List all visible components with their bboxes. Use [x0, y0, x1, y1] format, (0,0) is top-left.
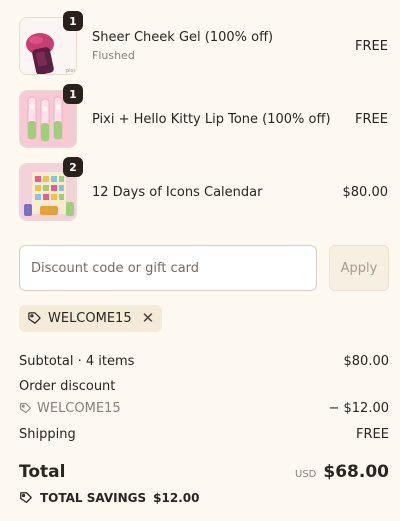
- quantity-badge: 1: [63, 84, 83, 104]
- close-icon[interactable]: ✕: [142, 311, 155, 326]
- product-thumbnail: pixi 1: [19, 11, 83, 75]
- total-label: Total: [19, 462, 66, 482]
- item-price: FREE: [355, 111, 388, 127]
- item-info: Pixi + Hello Kitty Lip Tone (100% off): [77, 112, 355, 127]
- order-summary: pixi 1 Sheer Cheek Gel (100% off) Flushe…: [0, 0, 400, 521]
- subtotal-row: Subtotal · 4 items $80.00: [19, 354, 389, 369]
- savings-label: TOTAL SAVINGS: [40, 491, 147, 505]
- shipping-value: FREE: [356, 427, 389, 442]
- order-discount-row: Order discount: [19, 379, 389, 394]
- applied-discount-code: WELCOME15: [48, 311, 132, 326]
- quantity-badge: 2: [63, 157, 83, 177]
- shipping-label: Shipping: [19, 427, 76, 442]
- line-item: 1 Pixi + Hello Kitty Lip Tone (100% off)…: [19, 84, 388, 148]
- discount-code-line: WELCOME15: [19, 401, 121, 416]
- applied-discount-chip: WELCOME15 ✕: [19, 305, 163, 332]
- apply-discount-button[interactable]: Apply: [329, 245, 389, 291]
- subtotal-label: Subtotal · 4 items: [19, 354, 135, 369]
- item-price: $80.00: [342, 184, 389, 200]
- discount-code-input[interactable]: [19, 245, 317, 291]
- product-thumbnail: 2: [19, 157, 83, 221]
- currency-code: USD: [295, 469, 317, 480]
- subtotal-value: $80.00: [343, 354, 390, 369]
- tag-icon: [19, 402, 32, 415]
- discount-value: − $12.00: [328, 401, 389, 416]
- total-amount: $68.00: [323, 462, 389, 482]
- line-item: pixi 1 Sheer Cheek Gel (100% off) Flushe…: [19, 11, 388, 75]
- line-item: 2 12 Days of Icons Calendar $80.00: [19, 157, 389, 221]
- quantity-badge: 1: [63, 11, 83, 31]
- discount-code-text: WELCOME15: [37, 401, 121, 416]
- savings-value: $12.00: [153, 491, 200, 505]
- total-row: Total USD $68.00: [19, 462, 389, 482]
- item-name: Sheer Cheek Gel (100% off): [92, 30, 274, 45]
- item-name: Pixi + Hello Kitty Lip Tone (100% off): [92, 111, 331, 127]
- total-savings: TOTAL SAVINGS $12.00: [19, 491, 199, 505]
- order-discount-label: Order discount: [19, 379, 116, 394]
- product-thumbnail: 1: [19, 84, 83, 148]
- tag-icon: [27, 311, 42, 326]
- shipping-row: Shipping FREE: [19, 427, 389, 442]
- total-amount-group: USD $68.00: [295, 462, 389, 482]
- svg-text:pixi: pixi: [66, 68, 75, 74]
- item-variant: Flushed: [92, 49, 135, 62]
- item-price: FREE: [355, 38, 388, 54]
- item-name: 12 Days of Icons Calendar: [92, 184, 263, 200]
- tag-icon: [19, 491, 33, 505]
- item-info: Sheer Cheek Gel (100% off) Flushed: [77, 30, 355, 62]
- order-discount-detail: WELCOME15 − $12.00: [19, 401, 389, 416]
- discount-form: Apply: [19, 245, 389, 291]
- item-info: 12 Days of Icons Calendar: [77, 185, 343, 200]
